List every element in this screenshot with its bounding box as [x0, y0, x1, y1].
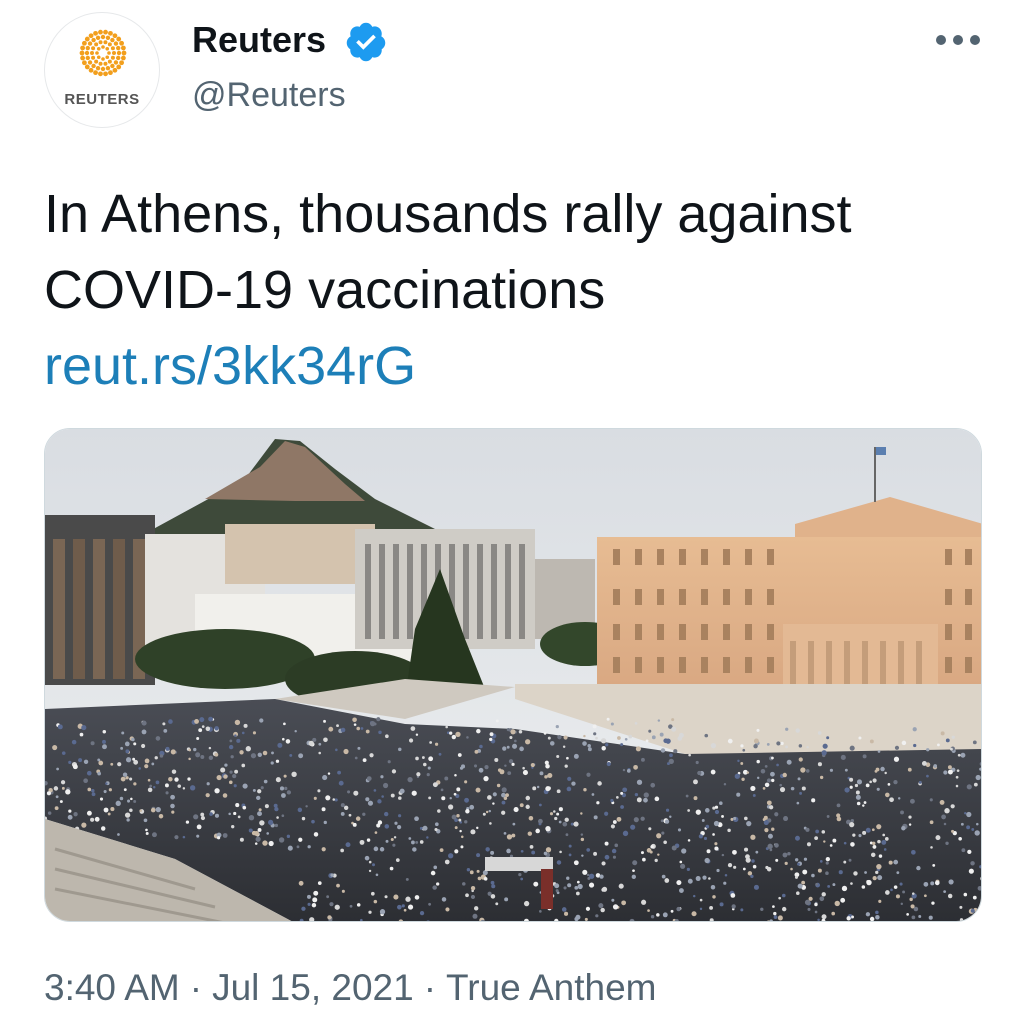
tweet-time[interactable]: 3:40 AM — [44, 967, 180, 1008]
meta-separator: · — [423, 967, 437, 1008]
account-handle[interactable]: @Reuters — [192, 74, 346, 116]
tweet-link[interactable]: reut.rs/3kk34rG — [44, 328, 1004, 404]
verified-badge-icon — [346, 22, 386, 62]
display-name[interactable]: Reuters — [192, 18, 326, 62]
meta-separator: · — [189, 967, 203, 1008]
tweet-body: In Athens, thousands rally against COVID… — [44, 184, 852, 320]
avatar-wordmark: REUTERS — [64, 91, 140, 108]
more-options-icon[interactable] — [936, 28, 982, 52]
tweet-media-photo[interactable] — [44, 428, 982, 922]
tweet-date[interactable]: Jul 15, 2021 — [212, 967, 414, 1008]
tweet-text: In Athens, thousands rally against COVID… — [44, 176, 1004, 404]
tweet-source[interactable]: True Anthem — [446, 967, 656, 1008]
photo-crowd-athens-parliament — [45, 429, 981, 921]
tweet-meta: 3:40 AM · Jul 15, 2021 · True Anthem — [44, 964, 667, 1012]
avatar[interactable]: REUTERS — [44, 12, 160, 128]
reuters-logo-icon — [79, 29, 127, 77]
